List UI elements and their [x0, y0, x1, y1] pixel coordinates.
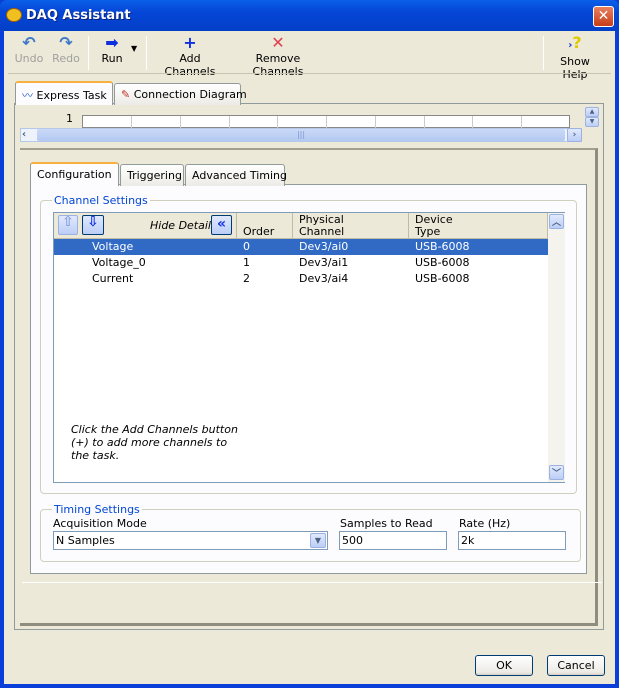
- table-row[interactable]: Current 2 Dev3/ai4 USB-6008: [54, 271, 548, 287]
- hide-details-button[interactable]: «: [211, 215, 232, 235]
- channel-order: 1: [243, 256, 250, 269]
- tab-configuration[interactable]: Configuration: [30, 162, 119, 186]
- tab-advanced-timing[interactable]: Advanced Timing: [185, 164, 287, 186]
- tab-label: Connection Diagram: [133, 88, 247, 101]
- device-type: USB-6008: [415, 240, 470, 253]
- channel-settings-label: Channel Settings: [52, 194, 150, 207]
- title-bar: DAQ Assistant ✕: [0, 0, 619, 31]
- express-task-icon: 〰: [22, 89, 37, 102]
- ok-button[interactable]: OK: [475, 655, 533, 676]
- run-arrow-icon: ➡: [105, 33, 119, 52]
- divider: [22, 582, 602, 583]
- device-type-column-header[interactable]: Device Type: [409, 213, 548, 239]
- graph-scroll-down[interactable]: ▼: [585, 117, 599, 127]
- scroll-down-button[interactable]: ﹀: [549, 465, 564, 480]
- help-icon: ›?: [568, 33, 582, 52]
- remove-channels-button[interactable]: ✕ Remove Channels: [233, 33, 323, 79]
- redo-button[interactable]: ↷ Redo: [51, 34, 81, 70]
- redo-label: Redo: [52, 52, 80, 65]
- physical-channel: Dev3/ai4: [299, 272, 349, 285]
- channel-order: 0: [243, 240, 250, 253]
- tab-label: Advanced Timing: [192, 169, 287, 182]
- cancel-button[interactable]: Cancel: [547, 655, 605, 676]
- tab-connection-diagram[interactable]: ✎ Connection Diagram: [114, 83, 247, 105]
- rate-input[interactable]: 2k: [458, 531, 566, 550]
- window-title: DAQ Assistant: [26, 8, 131, 23]
- chevron-left-icon[interactable]: ‹: [22, 129, 26, 140]
- show-help-label: Show Help: [560, 55, 590, 81]
- physical-channel: Dev3/ai1: [299, 256, 349, 269]
- channel-name: Voltage_0: [92, 256, 146, 269]
- table-row[interactable]: Voltage 0 Dev3/ai0 USB-6008: [54, 239, 548, 255]
- show-help-button[interactable]: ›? Show Help: [547, 33, 603, 82]
- device-type: USB-6008: [415, 272, 470, 285]
- rate-value: 2k: [461, 534, 475, 547]
- scroll-up-button[interactable]: ︿: [549, 214, 564, 229]
- header-label: Type: [415, 225, 441, 238]
- name-column-header: ⇧ ⇩ Hide Details «: [54, 213, 237, 239]
- table-row[interactable]: Voltage_0 1 Dev3/ai1 USB-6008: [54, 255, 548, 271]
- chevron-down-icon[interactable]: ▼: [310, 533, 326, 548]
- order-column-header[interactable]: Order: [237, 213, 293, 239]
- channel-name: Voltage: [92, 240, 134, 253]
- device-type: USB-6008: [415, 256, 470, 269]
- run-button[interactable]: ➡ Run: [98, 34, 126, 70]
- tab-triggering[interactable]: Triggering: [120, 164, 184, 186]
- hint-line: Click the Add Channels button: [71, 423, 238, 436]
- table-vertical-scrollbar[interactable]: ︿ ﹀: [548, 213, 565, 482]
- run-dropdown-icon[interactable]: ▼: [131, 44, 137, 53]
- graph-y-tick: 1: [66, 112, 73, 125]
- close-icon: ✕: [597, 8, 610, 24]
- samples-to-read-input[interactable]: 500: [339, 531, 447, 550]
- add-channels-button[interactable]: + Add Channels: [155, 33, 225, 79]
- channel-order: 2: [243, 272, 250, 285]
- close-button[interactable]: ✕: [593, 6, 614, 27]
- hint-line: the task.: [71, 449, 120, 462]
- channel-table: ⇧ ⇩ Hide Details « Order Physical Channel…: [53, 212, 565, 483]
- scroll-thumb[interactable]: |||: [37, 129, 565, 141]
- samples-value: 500: [342, 534, 363, 547]
- physical-channel: Dev3/ai0: [299, 240, 349, 253]
- physical-channel-column-header[interactable]: Physical Channel: [293, 213, 409, 239]
- header-label: Channel: [299, 225, 345, 238]
- plus-icon: +: [183, 33, 197, 52]
- arrow-down-icon: ⇩: [87, 214, 99, 230]
- arrow-up-icon: ⇧: [62, 214, 74, 230]
- tab-label: Triggering: [127, 169, 182, 182]
- move-down-button[interactable]: ⇩: [82, 215, 104, 235]
- double-chevron-left-icon: «: [216, 216, 227, 232]
- tab-label: Configuration: [37, 168, 112, 181]
- rate-label: Rate (Hz): [459, 517, 511, 530]
- connection-diagram-icon: ✎: [121, 88, 134, 101]
- scroll-right-button[interactable]: ›: [567, 128, 582, 142]
- channel-name: Current: [92, 272, 134, 285]
- samples-to-read-label: Samples to Read: [340, 517, 433, 530]
- acquisition-mode-select[interactable]: N Samples ▼: [53, 531, 328, 550]
- graph-scroll-up[interactable]: ▲: [585, 107, 599, 117]
- add-channels-label: Add Channels: [164, 52, 216, 78]
- acquisition-mode-value: N Samples: [56, 534, 115, 547]
- undo-icon: ↶: [22, 33, 36, 52]
- acquisition-mode-label: Acquisition Mode: [53, 517, 147, 530]
- tab-label: Express Task: [36, 89, 107, 102]
- hint-line: (+) to add more channels to: [71, 436, 228, 449]
- graph-horizontal-scrollbar[interactable]: ‹ |||: [20, 128, 582, 142]
- undo-button[interactable]: ↶ Undo: [14, 34, 44, 70]
- daq-app-icon: [6, 8, 22, 22]
- x-icon: ✕: [271, 33, 285, 52]
- tab-express-task[interactable]: 〰 Express Task: [15, 81, 113, 105]
- undo-label: Undo: [14, 52, 44, 65]
- hide-details-label: Hide Details: [150, 219, 217, 232]
- graph-plot: [82, 115, 570, 128]
- header-label: Order: [243, 225, 275, 238]
- remove-channels-label: Remove Channels: [252, 52, 304, 78]
- timing-settings-label: Timing Settings: [52, 503, 142, 516]
- run-label: Run: [101, 52, 123, 65]
- move-up-button[interactable]: ⇧: [58, 215, 78, 235]
- redo-icon: ↷: [59, 33, 73, 52]
- add-channels-hint: Click the Add Channels button (+) to add…: [71, 423, 238, 462]
